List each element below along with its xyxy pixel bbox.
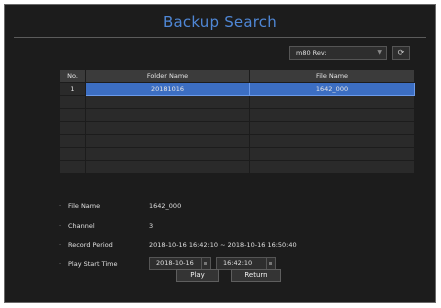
cell-no (59, 160, 86, 174)
device-select[interactable]: m80 Rev: ▼ (289, 46, 387, 60)
table-row[interactable] (59, 160, 415, 174)
info-file-name: · File Name 1642_000 (5, 202, 435, 214)
bullet: · (59, 202, 62, 210)
play-start-time-value: 16:42:10 (223, 259, 253, 267)
table-row[interactable] (59, 95, 415, 109)
record-period-label: Record Period (68, 241, 113, 249)
refresh-button[interactable]: ⟳ (392, 46, 410, 60)
cell-no (59, 134, 86, 148)
cell-file-name (249, 147, 415, 161)
column-header-file-name: File Name (249, 69, 415, 83)
device-select-value: m80 Rev: (296, 49, 327, 57)
title-divider (14, 37, 426, 38)
chevron-down-icon: ▼ (377, 49, 382, 56)
cell-file-name (249, 108, 415, 122)
file-name-label: File Name (68, 202, 101, 210)
page-title: Backup Search (163, 13, 277, 31)
cell-folder-name (85, 108, 250, 122)
cell-folder-name: 20181016 (85, 82, 250, 96)
cell-file-name: 1642_000 (249, 82, 415, 96)
info-play-start-time: · Play Start Time 2018-10-16 16:42:10 (5, 257, 435, 272)
cell-file-name (249, 134, 415, 148)
play-button[interactable]: Play (176, 269, 219, 282)
channel-value: 3 (149, 222, 154, 230)
date-spinner-icon[interactable] (201, 258, 210, 269)
table-row[interactable] (59, 121, 415, 135)
cell-no (59, 147, 86, 161)
cell-file-name (249, 160, 415, 174)
table-row[interactable]: 1 20181016 1642_000 (59, 82, 415, 96)
play-start-time-label: Play Start Time (68, 260, 118, 268)
bullet: · (59, 222, 62, 230)
column-header-folder-name: Folder Name (85, 69, 250, 83)
cell-folder-name (85, 147, 250, 161)
cell-file-name (249, 95, 415, 109)
cell-file-name (249, 121, 415, 135)
file-name-value: 1642_000 (149, 202, 182, 210)
info-record-period: · Record Period 2018-10-16 16:42:10 ~ 20… (5, 241, 435, 253)
time-spinner-icon[interactable] (266, 258, 275, 269)
info-channel: · Channel 3 (5, 222, 435, 234)
cell-folder-name (85, 134, 250, 148)
record-period-value: 2018-10-16 16:42:10 ~ 2018-10-16 16:50:4… (149, 241, 297, 249)
table-row[interactable] (59, 147, 415, 161)
backup-search-dialog: Backup Search m80 Rev: ▼ ⟳ No. Folder Na… (4, 4, 436, 303)
refresh-icon: ⟳ (397, 48, 405, 57)
cell-folder-name (85, 95, 250, 109)
return-button[interactable]: Return (231, 269, 281, 282)
cell-no (59, 108, 86, 122)
cell-no (59, 121, 86, 135)
column-header-no: No. (59, 69, 86, 83)
table-row[interactable] (59, 108, 415, 122)
play-start-date-value: 2018-10-16 (156, 259, 194, 267)
cell-no: 1 (59, 82, 86, 96)
channel-label: Channel (68, 222, 95, 230)
cell-no (59, 95, 86, 109)
table-header-row: No. Folder Name File Name (59, 69, 415, 83)
table-row[interactable] (59, 134, 415, 148)
bullet: · (59, 241, 62, 249)
cell-folder-name (85, 160, 250, 174)
results-table: No. Folder Name File Name 1 20181016 164… (59, 69, 415, 174)
cell-folder-name (85, 121, 250, 135)
bullet: · (59, 260, 62, 268)
